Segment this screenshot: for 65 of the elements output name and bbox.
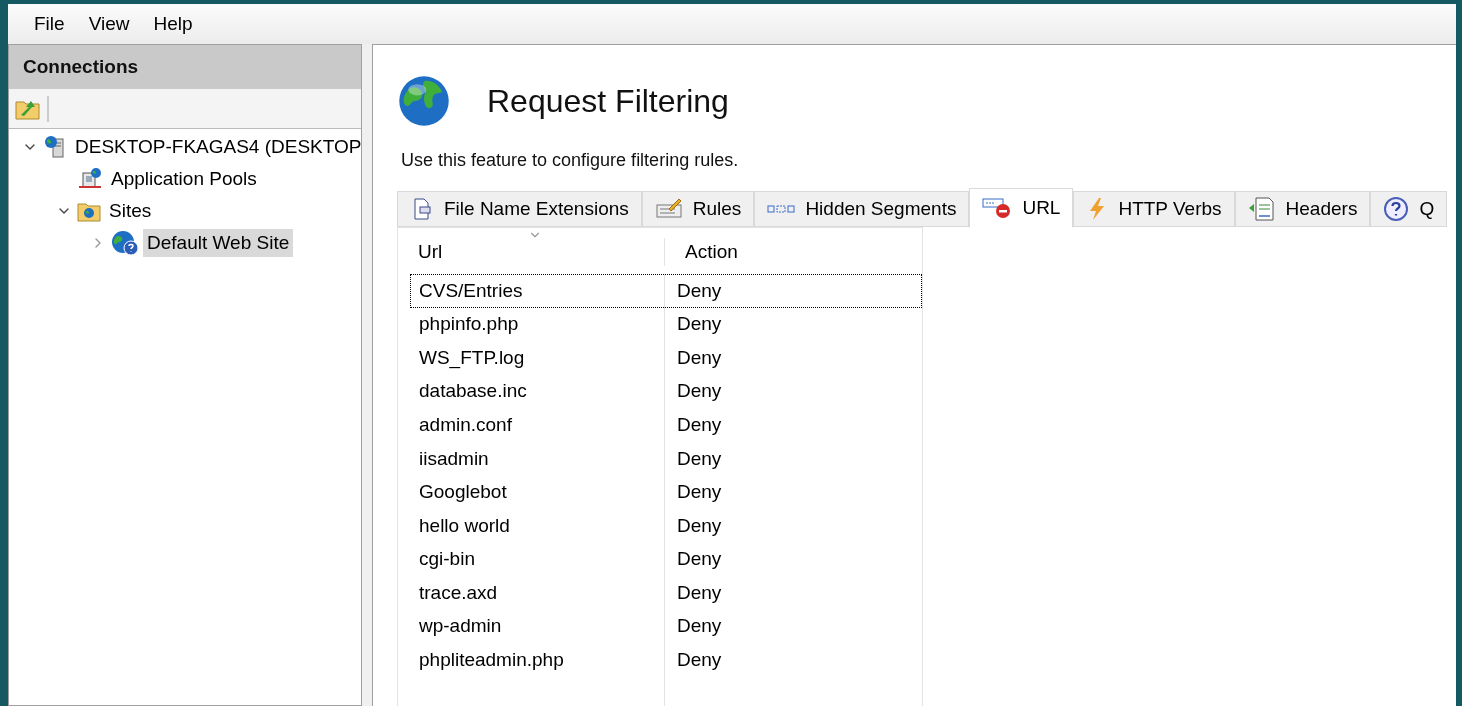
tree-item[interactable]: Application Pools xyxy=(107,164,261,194)
globe-icon xyxy=(397,74,451,128)
table-cell-text: Deny xyxy=(676,379,722,404)
table-row[interactable]: iisadmin Deny xyxy=(410,441,922,476)
menu-item[interactable]: Help xyxy=(153,9,193,39)
table-row[interactable]: admin.conf Deny xyxy=(410,408,922,442)
table-row[interactable]: WS_FTP.log Deny xyxy=(410,341,922,375)
pane-title: Connections xyxy=(23,54,139,79)
table-cell-text: cgi-bin xyxy=(418,547,476,572)
table-cell-text: trace.axd xyxy=(418,580,499,605)
help-icon xyxy=(1383,196,1410,222)
menu-item[interactable]: File xyxy=(34,9,65,39)
table-cell-text: phpliteadmin.php xyxy=(418,648,565,673)
tab[interactable]: Q xyxy=(1370,191,1448,227)
table-row[interactable]: cgi-bin Deny xyxy=(410,542,922,577)
globe-help-icon xyxy=(111,230,139,256)
table-cell-text: Deny xyxy=(676,312,722,337)
column-header[interactable]: Url xyxy=(398,237,665,266)
server-globe-icon xyxy=(43,135,67,159)
table-row[interactable]: database.inc Deny xyxy=(410,374,922,409)
tab[interactable]: Rules xyxy=(641,191,755,227)
table-cell-text: Deny xyxy=(676,345,722,370)
tab[interactable]: Hidden Segments xyxy=(754,191,970,227)
table-cell-text: Deny xyxy=(676,412,722,437)
tab[interactable]: URL xyxy=(969,188,1074,228)
segments-icon xyxy=(767,203,796,215)
tree-item[interactable]: Sites xyxy=(105,196,156,226)
table-cell-text: iisadmin xyxy=(418,446,490,471)
table-cell-text: phpinfo.php xyxy=(418,312,520,337)
table-cell-text: hello world xyxy=(418,513,511,538)
table-cell-text: Googlebot xyxy=(418,480,508,505)
feature-title: Request Filtering xyxy=(487,82,729,121)
table-row[interactable]: Googlebot Deny xyxy=(410,475,922,510)
table-cell-text: Deny xyxy=(676,547,722,572)
tree-item[interactable]: DESKTOP-FKAGAS4 (DESKTOP xyxy=(71,132,366,162)
table-cell-text: Deny xyxy=(676,513,722,538)
table-cell-text: CVS/Entries xyxy=(418,278,524,303)
tree-item[interactable]: Default Web Site xyxy=(143,228,294,258)
table-cell-text: WS_FTP.log xyxy=(418,345,526,371)
table-row[interactable]: wp-admin Deny xyxy=(410,609,922,644)
column-header[interactable]: Action xyxy=(665,237,922,266)
tab[interactable]: Headers xyxy=(1234,191,1371,227)
block-icon xyxy=(982,196,1013,220)
folder-globe-icon xyxy=(77,200,101,222)
table-cell-text: Deny xyxy=(676,480,722,505)
table-cell-text: Deny xyxy=(676,278,722,303)
table-cell-text: Deny xyxy=(676,446,722,471)
table-row[interactable]: phpinfo.php Deny xyxy=(410,307,922,342)
application-pools-icon xyxy=(77,167,103,191)
table-cell-text: Deny xyxy=(676,648,722,673)
menu-item[interactable]: View xyxy=(88,9,130,39)
table-cell-text: admin.conf xyxy=(418,412,513,437)
pencil-list-icon xyxy=(654,197,683,221)
table-cell-text: Deny xyxy=(676,614,722,639)
table-row[interactable]: hello world Deny xyxy=(410,509,922,543)
table-cell-text: database.inc xyxy=(418,379,528,404)
table-row[interactable]: trace.axd Deny xyxy=(410,576,922,610)
table-row[interactable]: phpliteadmin.php Deny xyxy=(410,643,922,678)
table-row[interactable]: CVS/Entries Deny xyxy=(410,274,922,308)
tab[interactable]: HTTP Verbs xyxy=(1073,191,1235,227)
feature-description: Use this feature to configure filtering rules. xyxy=(401,150,739,170)
table-cell-text: wp-admin xyxy=(418,614,503,639)
document-arrow-icon xyxy=(1247,196,1276,222)
table-cell-text: Deny xyxy=(676,580,722,605)
tab[interactable]: File Name Extensions xyxy=(397,191,642,227)
